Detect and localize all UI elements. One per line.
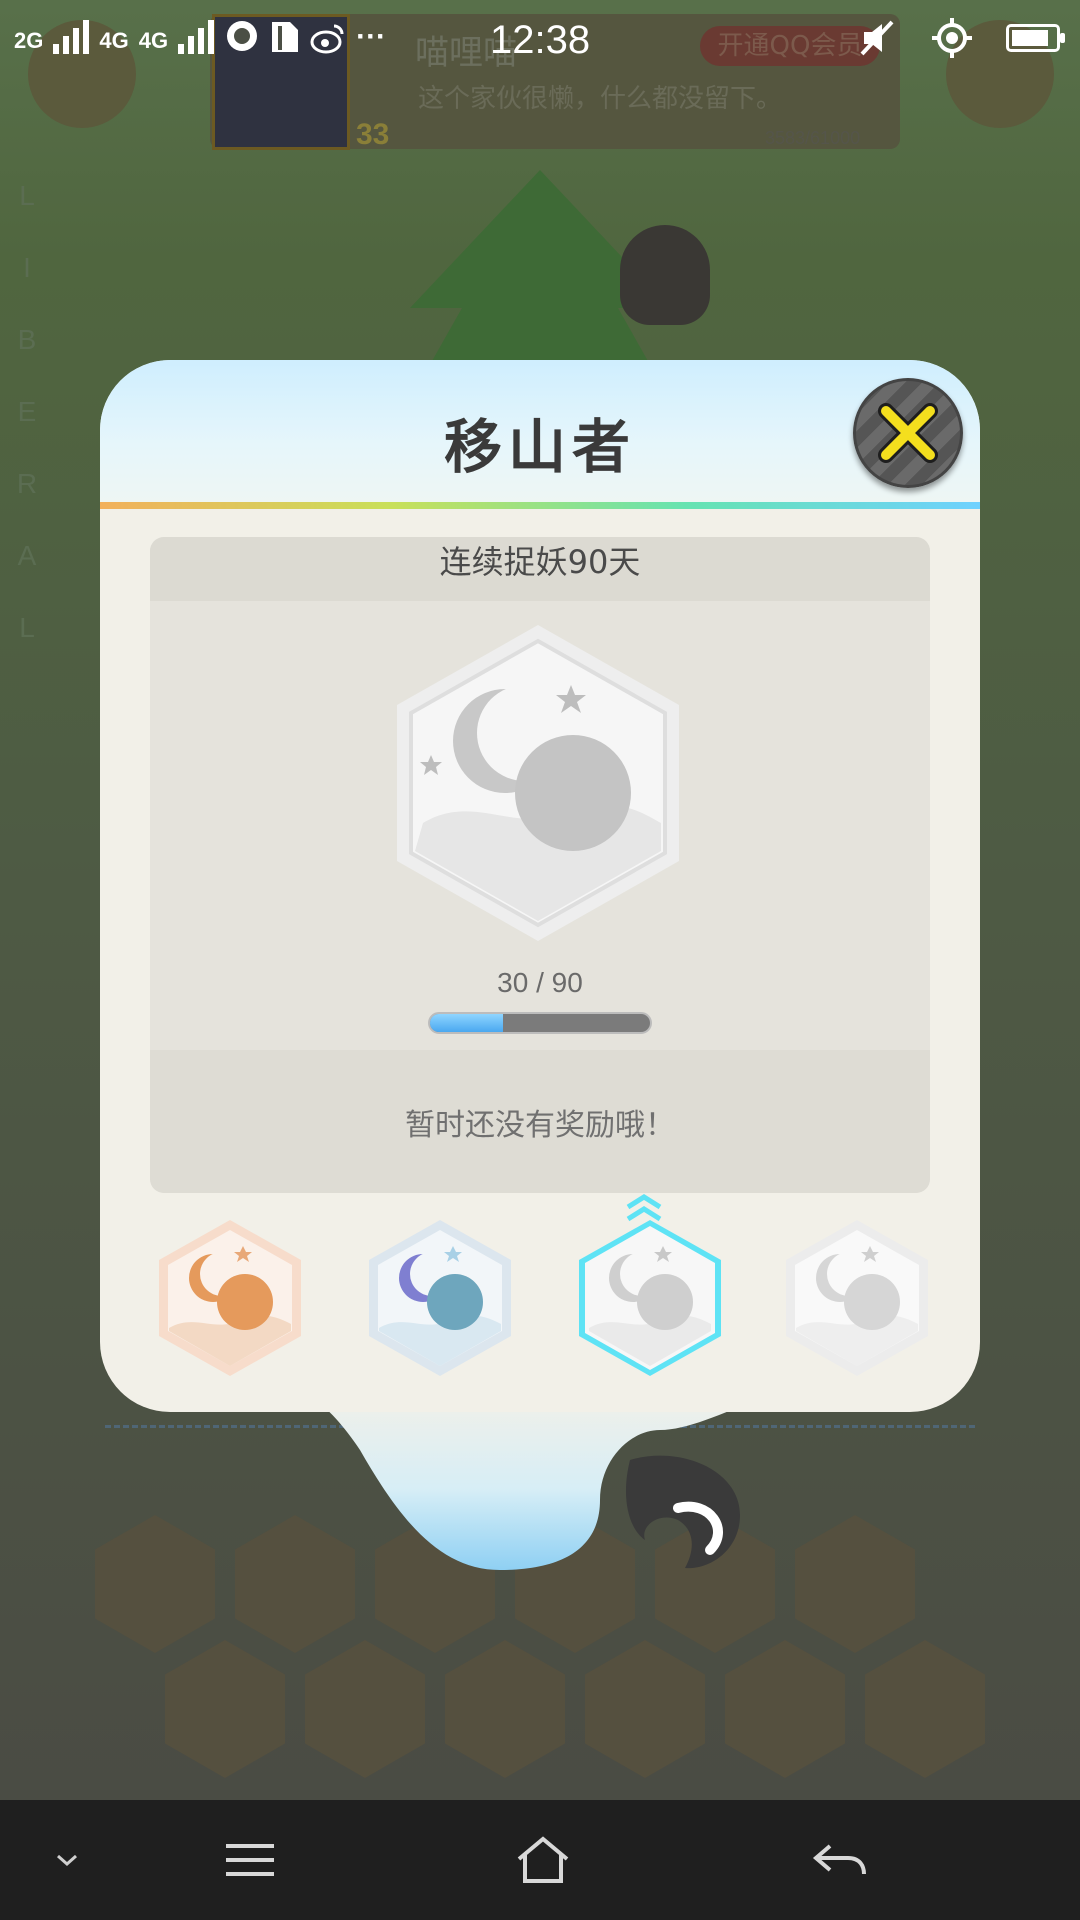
mute-icon (860, 20, 894, 56)
bg-side-letter: A (17, 540, 37, 571)
achievement-name: 连续捉妖90天 (150, 537, 930, 601)
menu-icon (226, 1844, 274, 1876)
network-type-4g: 4G (99, 28, 129, 53)
bg-avatar (620, 225, 710, 325)
bg-side-letter: E (17, 396, 37, 427)
bg-side-letter: B (17, 324, 37, 355)
bg-side-letter: L (19, 180, 35, 211)
dialog-tail-swirl (300, 1390, 780, 1570)
network-type-4g: 4G (138, 28, 169, 53)
reward-text: 暂时还没有奖励哦！ (405, 1108, 675, 1143)
bg-profile-level: 33 (356, 118, 390, 151)
status-bar: 2G 4G 4G ··· 12:38 (0, 0, 1080, 80)
bg-profile-exp: 3583/61000 (765, 128, 861, 148)
achievement-panel: 连续捉妖90天 30 / 90 暂时还没有奖励哦！ (150, 537, 930, 1193)
reward-area: 暂时还没有奖励哦！ (150, 1050, 930, 1193)
tier-silver-medal[interactable] (365, 1218, 515, 1378)
home-button[interactable] (503, 1830, 583, 1890)
moon-medal-icon (397, 625, 679, 941)
signal-icon (53, 14, 90, 54)
back-button[interactable] (800, 1830, 880, 1890)
tier-next-medal[interactable] (782, 1218, 932, 1378)
status-time: 12:38 (490, 18, 591, 62)
navigation-bar (0, 1800, 1080, 1920)
home-icon (517, 1836, 569, 1883)
bg-medal (445, 1640, 565, 1778)
battery-icon (1006, 24, 1065, 52)
progress-fill (430, 1014, 504, 1032)
achievement-dialog: 移山者 连续捉妖90天 30 / 90 暂时还没有奖励哦！ (100, 360, 980, 1412)
menu-button[interactable] (210, 1830, 290, 1890)
bg-medal (795, 1515, 915, 1653)
bg-side-letter: L (19, 612, 35, 643)
bg-side-text: L I B E R A L (12, 160, 42, 664)
bg-medal (725, 1640, 845, 1778)
header-divider (100, 502, 980, 509)
progress-bar (428, 1012, 652, 1034)
weibo-icon (310, 24, 344, 54)
bg-medal (305, 1640, 425, 1778)
close-icon (878, 403, 938, 463)
more-dots-icon: ··· (356, 20, 387, 53)
bg-medal (865, 1640, 985, 1778)
dialog-title: 移山者 (443, 413, 636, 481)
bg-side-letter: R (16, 468, 38, 499)
bg-side-letter: I (23, 252, 31, 283)
bg-medal (95, 1515, 215, 1653)
bg-profile-signature: 这个家伙很懒，什么都没留下。 (418, 84, 783, 114)
progress-text: 30 / 90 (497, 967, 583, 998)
back-icon (812, 1844, 866, 1875)
app-icon (227, 21, 258, 51)
sim-card-icon (272, 22, 299, 52)
signal-icon (178, 14, 215, 54)
tier-bronze-medal[interactable] (155, 1218, 305, 1378)
close-button[interactable] (853, 378, 963, 488)
chevron-down-icon (57, 1854, 77, 1867)
collapse-button[interactable] (27, 1830, 107, 1890)
network-type-2g: 2G (14, 28, 44, 53)
bg-medal (585, 1640, 705, 1778)
bg-medal (165, 1640, 285, 1778)
tier-current-medal[interactable] (575, 1218, 725, 1378)
gps-icon (932, 18, 972, 58)
